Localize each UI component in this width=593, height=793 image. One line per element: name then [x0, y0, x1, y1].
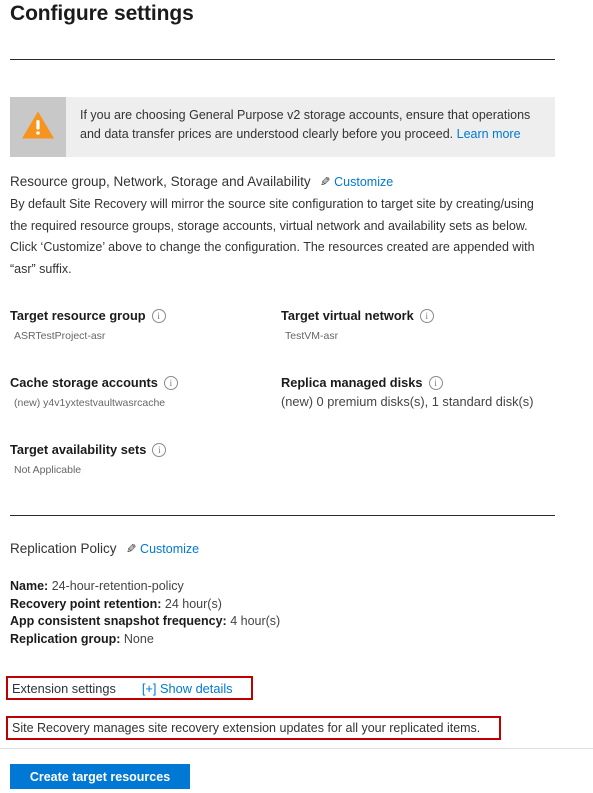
policy-field-name: Name: 24-hour-retention-policy: [10, 578, 280, 596]
replication-policy-title: Replication Policy: [10, 541, 117, 556]
extension-settings-label: Extension settings: [12, 680, 116, 696]
extension-settings-row: Extension settings [+] Show details: [6, 676, 253, 700]
policy-field-app-consistent-snapshot-frequency: App consistent snapshot frequency: 4 hou…: [10, 613, 280, 631]
property-target-availability-sets: Target availability sets i Not Applicabl…: [10, 442, 167, 476]
info-icon[interactable]: i: [163, 375, 178, 390]
info-icon[interactable]: i: [428, 375, 443, 390]
policy-field-value: 4 hour(s): [230, 614, 281, 628]
policy-field-replication-group: Replication group: None: [10, 631, 280, 649]
property-label-text: Replica managed disks: [281, 375, 423, 390]
extension-settings-note: Site Recovery manages site recovery exte…: [12, 721, 481, 735]
property-replica-managed-disks: Replica managed disks i (new) 0 premium …: [281, 375, 533, 409]
policy-field-label: App consistent snapshot frequency:: [10, 614, 227, 628]
policy-field-value: 24-hour-retention-policy: [51, 579, 184, 593]
policy-field-recovery-point-retention: Recovery point retention: 24 hour(s): [10, 596, 280, 614]
policy-field-value: 24 hour(s): [164, 596, 222, 611]
resources-section-description: By default Site Recovery will mirror the…: [10, 197, 535, 276]
property-label: Replica managed disks i: [281, 375, 533, 390]
section-divider: [10, 515, 555, 516]
resources-section-title: Resource group, Network, Storage and Ava…: [10, 174, 311, 189]
policy-field-label: Replication group:: [10, 631, 121, 646]
warning-triangle-icon: [21, 110, 55, 145]
property-value: (new) 0 premium disks(s), 1 standard dis…: [281, 394, 534, 409]
replication-policy-header: Replication Policy ✎ Customize: [10, 541, 199, 556]
property-label-text: Target virtual network: [281, 308, 414, 323]
customize-policy-button[interactable]: ✎ Customize: [125, 541, 200, 557]
customize-resources-label: Customize: [334, 174, 394, 189]
property-value: Not Applicable: [14, 464, 82, 476]
customize-resources-button[interactable]: ✎ Customize: [319, 174, 394, 190]
property-label-text: Target availability sets: [10, 442, 147, 457]
page-title: Configure settings: [10, 2, 194, 25]
property-label: Target virtual network i: [281, 308, 434, 323]
policy-field-label: Name:: [10, 579, 49, 593]
property-value: ASRTestProject-asr: [14, 330, 106, 342]
warning-message: If you are choosing General Purpose v2 s…: [66, 97, 555, 157]
footer-divider: [0, 748, 593, 749]
property-label-text: Cache storage accounts: [10, 375, 158, 390]
extension-settings-note-row: Site Recovery manages site recovery exte…: [6, 716, 501, 740]
property-cache-storage-accounts: Cache storage accounts i (new) y4v1yxtes…: [10, 375, 178, 409]
property-label: Target availability sets i: [10, 442, 167, 457]
info-icon[interactable]: i: [419, 308, 434, 323]
create-target-resources-button[interactable]: Create target resources: [10, 764, 190, 789]
property-label: Cache storage accounts i: [10, 375, 178, 390]
property-label: Target resource group i: [10, 308, 166, 323]
pencil-icon: ✎: [319, 175, 331, 189]
info-icon[interactable]: i: [152, 442, 167, 457]
customize-policy-label: Customize: [140, 541, 200, 556]
property-value: (new) y4v1yxtestvaultwasrcache: [14, 397, 166, 409]
property-label-text: Target resource group: [10, 308, 146, 323]
policy-field-label: Recovery point retention:: [10, 596, 162, 611]
learn-more-link[interactable]: Learn more: [457, 127, 521, 141]
pencil-icon: ✎: [125, 542, 137, 556]
header-divider: [10, 59, 555, 60]
property-value: TestVM-asr: [285, 330, 339, 342]
property-target-resource-group: Target resource group i ASRTestProject-a…: [10, 308, 166, 342]
warning-icon-container: [10, 97, 66, 157]
property-target-virtual-network: Target virtual network i TestVM-asr: [281, 308, 434, 342]
resources-section-header: Resource group, Network, Storage and Ava…: [10, 174, 393, 189]
replication-policy-details: Name: 24-hour-retention-policy Recovery …: [10, 578, 280, 648]
show-details-link[interactable]: [+] Show details: [142, 681, 233, 696]
info-icon[interactable]: i: [151, 308, 166, 323]
policy-field-value: None: [123, 631, 154, 646]
warning-banner: If you are choosing General Purpose v2 s…: [10, 97, 555, 157]
